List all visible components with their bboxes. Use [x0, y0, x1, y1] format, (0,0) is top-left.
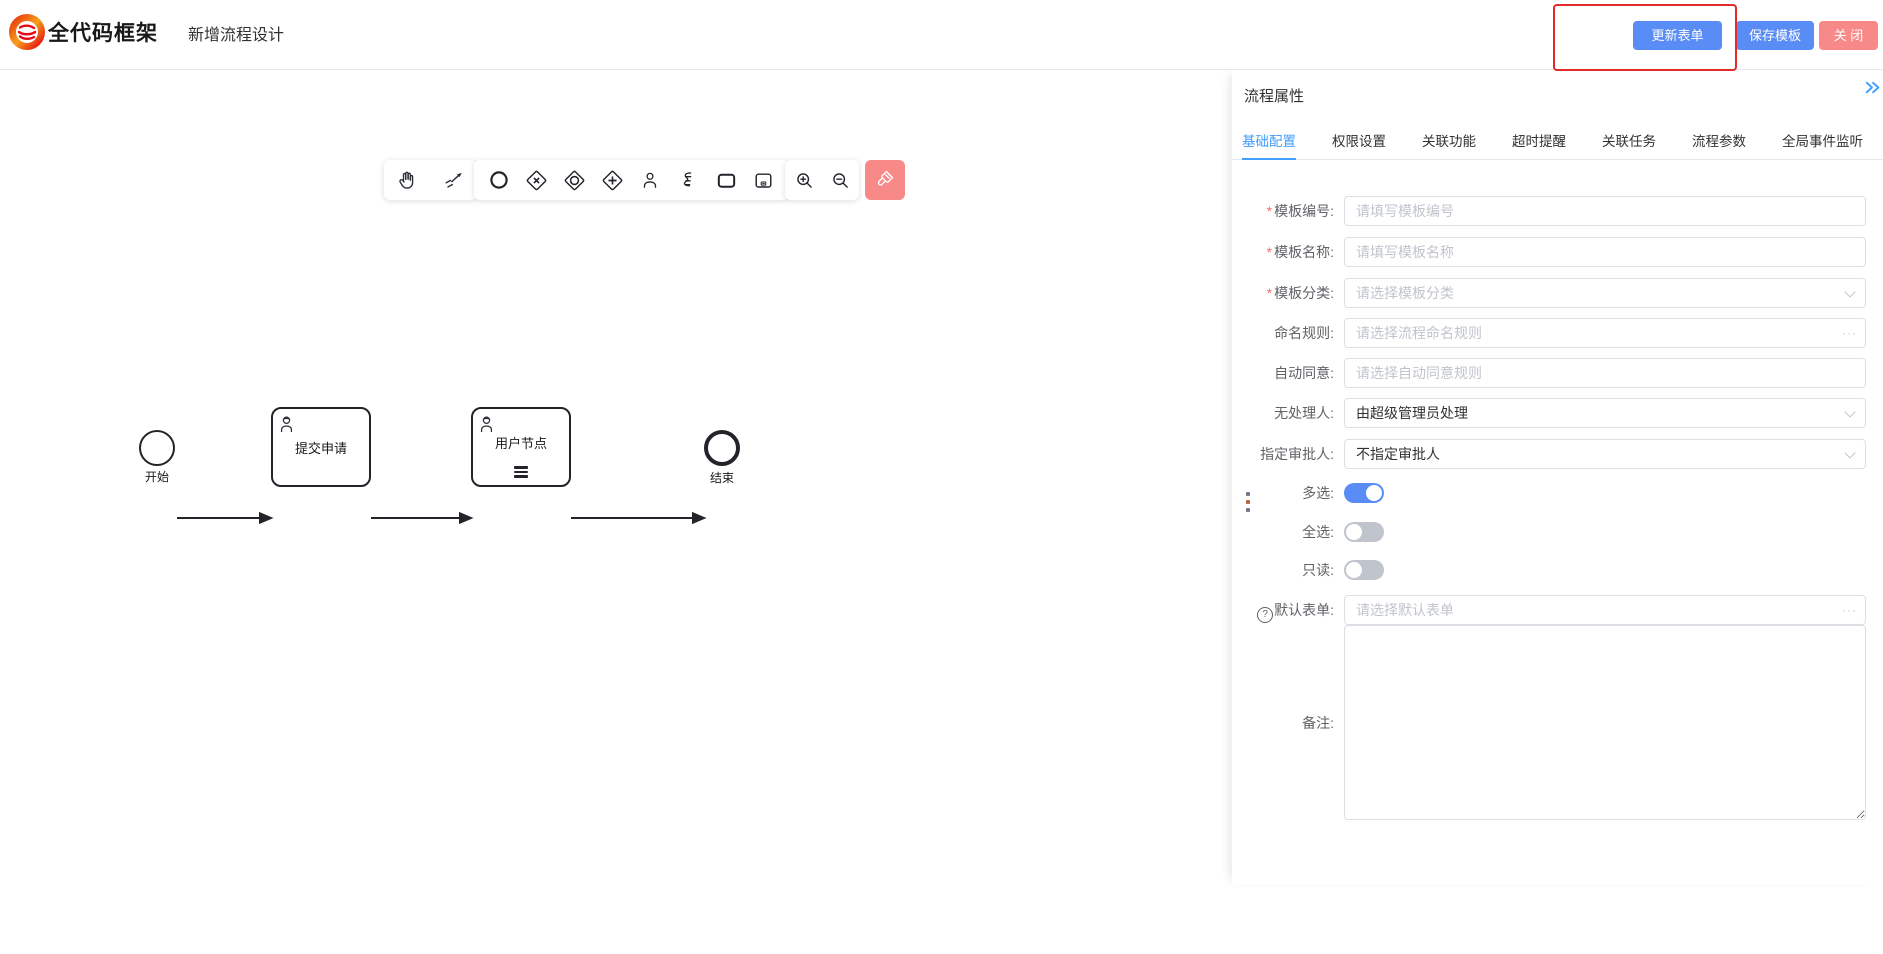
- task-label: 用户节点: [495, 433, 547, 452]
- form-row-remark: 备注:: [1240, 625, 1866, 820]
- sequence-flows: [0, 70, 1232, 954]
- field-label: 命名规则:: [1240, 318, 1344, 348]
- parallel-gateway-icon[interactable]: [596, 161, 630, 199]
- bpmn-canvas[interactable]: 开始 提交申请 用户节点 结束: [0, 70, 1232, 884]
- user-task-corner-icon: [477, 413, 496, 439]
- field-label: 无处理人:: [1240, 398, 1344, 428]
- tab-related-function[interactable]: 关联功能: [1422, 124, 1476, 160]
- panel-tabs: 基础配置 权限设置 关联功能 超时提醒 关联任务 流程参数 全局事件监听: [1232, 124, 1883, 160]
- field-label: *模板名称:: [1240, 237, 1344, 267]
- naming-rule-picker[interactable]: 请选择流程命名规则: [1344, 318, 1866, 348]
- page-title: 新增流程设计: [188, 21, 284, 45]
- brand-logo-icon: [8, 13, 46, 51]
- ellipsis-icon: ···: [1842, 318, 1857, 348]
- task-icon[interactable]: [709, 161, 743, 199]
- tab-timeout-reminder[interactable]: 超时提醒: [1512, 124, 1566, 160]
- update-form-button[interactable]: 更新表单: [1633, 21, 1722, 50]
- auto-agree-input[interactable]: [1344, 358, 1866, 388]
- tab-related-task[interactable]: 关联任务: [1602, 124, 1656, 160]
- no-handler-select[interactable]: 由超级管理员处理: [1344, 398, 1866, 428]
- template-name-input[interactable]: [1344, 237, 1866, 267]
- user-task-icon[interactable]: [633, 161, 667, 199]
- start-event-node[interactable]: [139, 430, 175, 466]
- form-row-select-all: 全选:: [1240, 521, 1866, 545]
- select-all-toggle[interactable]: [1344, 522, 1384, 542]
- form-row-auto-agree: 自动同意:: [1240, 358, 1866, 388]
- template-category-select[interactable]: 请选择模板分类: [1344, 278, 1866, 308]
- read-only-toggle[interactable]: [1344, 560, 1384, 580]
- form-row-no-handler: 无处理人: 由超级管理员处理: [1240, 398, 1866, 428]
- field-label: 备注:: [1240, 708, 1344, 738]
- start-event-icon[interactable]: [482, 161, 516, 199]
- clear-brush-icon: [875, 168, 896, 192]
- tab-process-params[interactable]: 流程参数: [1692, 124, 1746, 160]
- workflow-designer-app: 全代码框架 新增流程设计 更新表单 保存模板 关 闭: [0, 0, 1883, 884]
- task-node-submit[interactable]: 提交申请: [271, 407, 371, 487]
- form-row-read-only: 只读:: [1240, 559, 1866, 583]
- zoom-out-icon[interactable]: [823, 161, 857, 199]
- close-button[interactable]: 关 闭: [1819, 21, 1878, 50]
- multi-select-toggle[interactable]: [1344, 483, 1384, 503]
- header-bar: 全代码框架 新增流程设计 更新表单 保存模板 关 闭: [0, 0, 1883, 70]
- task-label: 提交申请: [295, 438, 347, 457]
- exclusive-gateway-icon[interactable]: [520, 161, 554, 199]
- inclusive-gateway-icon[interactable]: [558, 161, 592, 199]
- start-event-label: 开始: [117, 468, 197, 485]
- form-row-template-name: *模板名称:: [1240, 237, 1866, 267]
- field-label: 全选:: [1240, 521, 1344, 545]
- question-circle-icon: ?: [1257, 607, 1273, 623]
- form-row-default-form: ?默认表单: 请选择默认表单 ···: [1240, 595, 1866, 625]
- global-connect-tool-icon[interactable]: [437, 161, 471, 199]
- field-label: 多选:: [1240, 482, 1344, 506]
- field-label: *模板分类:: [1240, 278, 1344, 308]
- user-task-corner-icon: [277, 413, 296, 439]
- remark-textarea[interactable]: [1344, 625, 1866, 820]
- form-row-naming-rule: 命名规则: 请选择流程命名规则 ···: [1240, 318, 1866, 348]
- subprocess-icon[interactable]: [747, 161, 781, 199]
- clear-canvas-button[interactable]: [865, 160, 905, 200]
- panel-title: 流程属性: [1244, 85, 1304, 106]
- form-row-template-category: *模板分类: 请选择模板分类: [1240, 278, 1866, 308]
- end-event-node[interactable]: [704, 430, 740, 466]
- brand-name: 全代码框架: [48, 17, 158, 47]
- field-label: ?默认表单:: [1231, 595, 1344, 625]
- tab-permission[interactable]: 权限设置: [1332, 124, 1386, 160]
- template-code-input[interactable]: [1344, 196, 1866, 226]
- zoom-in-icon[interactable]: [787, 161, 821, 199]
- tab-basic-config[interactable]: 基础配置: [1242, 124, 1296, 160]
- script-task-icon[interactable]: [671, 161, 705, 199]
- field-label: 指定审批人:: [1240, 439, 1344, 469]
- process-properties-panel: 流程属性 基础配置 权限设置 关联功能 超时提醒 关联任务 流程参数 全局事件监…: [1232, 70, 1883, 884]
- form-row-assigned-approver: 指定审批人: 不指定审批人: [1240, 439, 1866, 469]
- panel-splitter-handle[interactable]: [1246, 492, 1250, 516]
- toolbar-zoom-group: [785, 160, 859, 200]
- field-label: *模板编号:: [1240, 196, 1344, 226]
- field-label: 自动同意:: [1240, 358, 1344, 388]
- multi-instance-marker-icon: [514, 466, 528, 480]
- field-label: 只读:: [1240, 559, 1344, 583]
- collapse-panel-icon[interactable]: [1864, 80, 1881, 100]
- task-node-user[interactable]: 用户节点: [471, 407, 571, 487]
- assigned-approver-select[interactable]: 不指定审批人: [1344, 439, 1866, 469]
- toolbar-tools-group: [384, 160, 477, 200]
- end-event-label: 结束: [682, 469, 762, 486]
- tab-global-event-listener[interactable]: 全局事件监听: [1782, 124, 1863, 160]
- default-form-picker[interactable]: 请选择默认表单: [1344, 595, 1866, 625]
- form-row-template-code: *模板编号:: [1240, 196, 1866, 226]
- ellipsis-icon: ···: [1842, 595, 1857, 625]
- hand-tool-icon[interactable]: [390, 161, 424, 199]
- form-row-multi-select: 多选:: [1240, 482, 1866, 506]
- save-template-button[interactable]: 保存模板: [1736, 21, 1814, 50]
- toolbar-shapes-group: [474, 160, 789, 200]
